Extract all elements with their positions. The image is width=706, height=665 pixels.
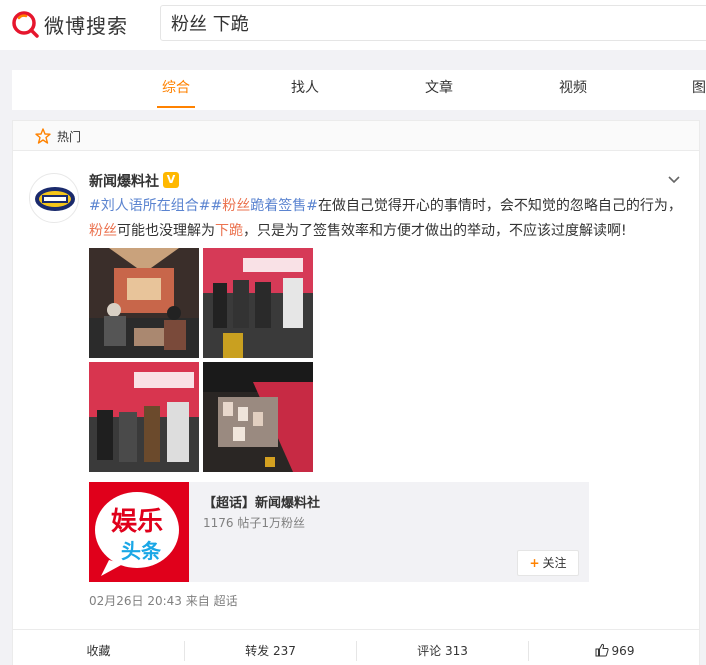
user-name[interactable]: 新闻爆料社 bbox=[89, 171, 159, 191]
hot-label: 热门 bbox=[57, 130, 82, 144]
photo-thumbnail[interactable] bbox=[203, 362, 313, 472]
weibo-post-card: 热门 新闻爆料社 V #刘人语所在组合##粉丝跪着签售#在做自己觉得开心的事情时… bbox=[12, 120, 700, 665]
keyword-highlight: 粉丝 bbox=[89, 223, 117, 239]
super-topic-title: 【超话】新闻爆料社 bbox=[203, 496, 321, 511]
search-tabs: 综合 找人 文章 视频 图 bbox=[12, 70, 706, 110]
search-box[interactable] bbox=[160, 5, 706, 41]
topic-hashtag-2-post[interactable]: 跪着签售# bbox=[250, 198, 318, 214]
tab-images[interactable]: 图 bbox=[692, 70, 706, 108]
avatar[interactable] bbox=[29, 173, 79, 223]
photo-grid bbox=[89, 248, 319, 478]
topic-hashtag-2-pre[interactable]: # bbox=[210, 198, 222, 214]
follow-button[interactable]: + 关注 bbox=[517, 550, 579, 576]
super-topic-card[interactable]: 娱乐 头条 【超话】新闻爆料社 1176 帖子1万粉丝 + 关注 bbox=[89, 482, 589, 582]
header: 微博搜索 bbox=[0, 0, 706, 50]
action-bar: 收藏 转发 237 评论 313 969 bbox=[13, 629, 699, 665]
keyword-highlight: 下跪 bbox=[215, 223, 243, 239]
star-icon bbox=[35, 128, 51, 144]
chevron-down-icon[interactable] bbox=[667, 173, 681, 187]
topic-hashtag-1[interactable]: #刘人语所在组合# bbox=[89, 198, 210, 214]
repost-button[interactable]: 转发 237 bbox=[185, 630, 356, 665]
post-text-2: 可能也没理解为 bbox=[117, 223, 215, 239]
weibo-search-logo[interactable]: 微博搜索 bbox=[10, 9, 128, 39]
tab-videos[interactable]: 视频 bbox=[558, 70, 588, 108]
follow-label: 关注 bbox=[542, 556, 567, 570]
verified-badge-icon: V bbox=[163, 172, 179, 188]
search-input[interactable] bbox=[161, 6, 706, 40]
post-text-3: ，只是为了签售效率和方便才做出的举动，不应该过度解读啊! bbox=[243, 223, 627, 239]
tab-people[interactable]: 找人 bbox=[290, 70, 320, 108]
like-button[interactable]: 969 bbox=[529, 630, 700, 665]
weibo-logo-icon bbox=[12, 11, 39, 38]
photo-thumbnail[interactable] bbox=[89, 362, 199, 472]
keyword-highlight[interactable]: 粉丝 bbox=[222, 198, 250, 214]
thumbs-up-icon bbox=[595, 643, 609, 657]
photo-thumbnail[interactable] bbox=[89, 248, 199, 358]
super-topic-logo: 娱乐 头条 bbox=[89, 482, 189, 582]
hot-section-header: 热门 bbox=[13, 121, 699, 151]
logo-line-1: 娱乐 bbox=[111, 507, 163, 537]
plus-icon: + bbox=[529, 556, 540, 570]
photo-thumbnail[interactable] bbox=[203, 248, 313, 358]
post-text-1: 在做自己觉得开心的事情时，会不知觉的忽略自己的行为， bbox=[317, 198, 682, 214]
post-timestamp[interactable]: 02月26日 20:43 来自 超话 bbox=[89, 592, 238, 609]
super-topic-meta: 1176 帖子1万粉丝 bbox=[203, 516, 305, 530]
like-count: 969 bbox=[611, 644, 635, 658]
comment-button[interactable]: 评论 313 bbox=[357, 630, 528, 665]
tab-articles[interactable]: 文章 bbox=[424, 70, 454, 108]
collect-button[interactable]: 收藏 bbox=[13, 630, 184, 665]
logo-text: 微博搜索 bbox=[44, 13, 128, 38]
tab-comprehensive[interactable]: 综合 bbox=[157, 70, 195, 108]
logo-line-2: 头条 bbox=[121, 539, 162, 563]
avatar-logo-icon bbox=[35, 187, 75, 211]
post-content: #刘人语所在组合##粉丝跪着签售#在做自己觉得开心的事情时，会不知觉的忽略自己的… bbox=[89, 194, 689, 244]
